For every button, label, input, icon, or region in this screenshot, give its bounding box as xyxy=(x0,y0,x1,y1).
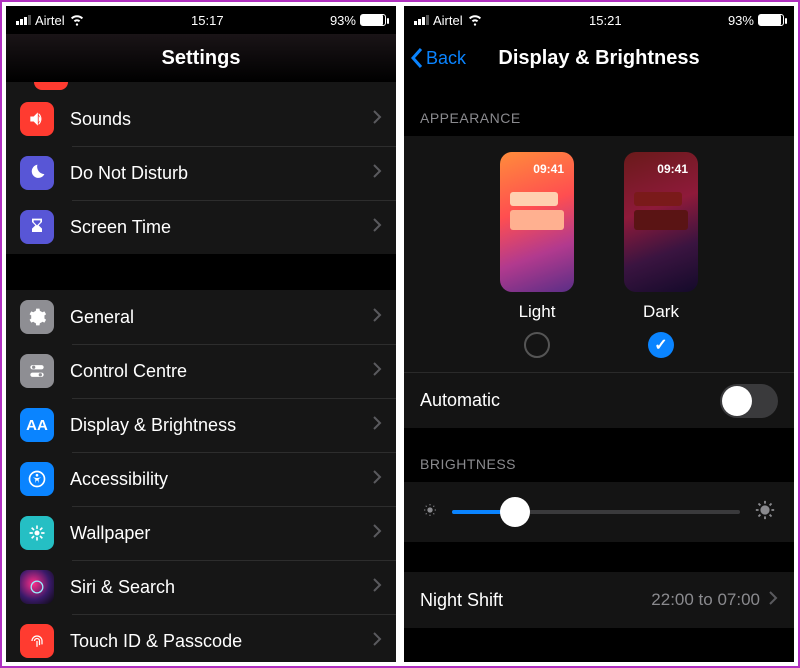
wifi-icon xyxy=(69,11,85,30)
hourglass-icon xyxy=(20,210,54,244)
row-general[interactable]: General xyxy=(6,290,396,344)
row-siri[interactable]: Siri & Search xyxy=(6,560,396,614)
clock: 15:17 xyxy=(191,13,224,28)
row-label: Control Centre xyxy=(70,361,372,382)
sun-large-icon xyxy=(754,499,776,526)
chevron-right-icon xyxy=(372,577,382,598)
moon-icon xyxy=(20,156,54,190)
chevron-right-icon xyxy=(372,109,382,130)
row-label: Siri & Search xyxy=(70,577,372,598)
row-touch-id[interactable]: Touch ID & Passcode xyxy=(6,614,396,662)
brightness-slider[interactable] xyxy=(452,510,740,514)
row-label: Do Not Disturb xyxy=(70,163,372,184)
chevron-right-icon xyxy=(372,163,382,184)
chevron-right-icon xyxy=(372,361,382,382)
light-thumbnail: 09:41 xyxy=(500,152,574,292)
back-label: Back xyxy=(426,48,466,69)
page-title: Settings xyxy=(162,47,241,70)
row-label: Display & Brightness xyxy=(70,415,372,436)
chevron-right-icon xyxy=(372,469,382,490)
clock: 15:21 xyxy=(589,13,622,28)
battery-pct: 93% xyxy=(728,13,754,28)
sun-small-icon xyxy=(422,502,438,523)
gear-icon xyxy=(20,300,54,334)
row-label: Screen Time xyxy=(70,217,372,238)
brightness-header: BRIGHTNESS xyxy=(404,428,794,482)
night-shift-detail: 22:00 to 07:00 xyxy=(651,590,760,610)
row-label: Wallpaper xyxy=(70,523,372,544)
wifi-icon xyxy=(467,11,483,30)
status-bar: Airtel 15:17 93% xyxy=(6,6,396,34)
signal-icon xyxy=(414,15,429,25)
page-title: Display & Brightness xyxy=(498,47,699,70)
back-button[interactable]: Back xyxy=(410,47,466,69)
row-night-shift[interactable]: Night Shift 22:00 to 07:00 xyxy=(404,572,794,628)
appearance-picker: 09:41 Light 09:41 Dark xyxy=(404,136,794,372)
fingerprint-icon xyxy=(20,624,54,658)
display-brightness-screen: Airtel 15:21 93% Back Display & Brightne… xyxy=(404,6,794,662)
prev-row-peek xyxy=(34,82,68,90)
slider-thumb[interactable] xyxy=(500,497,530,527)
chevron-right-icon xyxy=(372,307,382,328)
chevron-right-icon xyxy=(372,523,382,544)
row-accessibility[interactable]: Accessibility xyxy=(6,452,396,506)
nav-header: Back Display & Brightness xyxy=(404,34,794,82)
automatic-switch[interactable] xyxy=(720,384,778,418)
dark-thumbnail: 09:41 xyxy=(624,152,698,292)
battery-icon xyxy=(360,14,386,26)
row-label: Touch ID & Passcode xyxy=(70,631,372,652)
row-label: Sounds xyxy=(70,109,372,130)
chevron-right-icon xyxy=(768,590,778,611)
chevron-right-icon xyxy=(372,415,382,436)
automatic-label: Automatic xyxy=(420,390,720,411)
row-automatic: Automatic xyxy=(404,372,794,428)
carrier-label: Airtel xyxy=(433,13,463,28)
siri-icon xyxy=(20,570,54,604)
appearance-option-light[interactable]: 09:41 Light xyxy=(500,152,574,358)
dark-label: Dark xyxy=(643,302,679,322)
battery-pct: 93% xyxy=(330,13,356,28)
row-label: Accessibility xyxy=(70,469,372,490)
settings-screen: Airtel 15:17 93% Settings Sounds xyxy=(6,6,396,662)
speaker-icon xyxy=(20,102,54,136)
toggles-icon xyxy=(20,354,54,388)
flower-icon xyxy=(20,516,54,550)
nav-header: Settings xyxy=(6,34,396,82)
row-sounds[interactable]: Sounds xyxy=(6,92,396,146)
night-shift-label: Night Shift xyxy=(420,590,651,611)
signal-icon xyxy=(16,15,31,25)
appearance-option-dark[interactable]: 09:41 Dark xyxy=(624,152,698,358)
text-size-icon: AA xyxy=(20,408,54,442)
row-dnd[interactable]: Do Not Disturb xyxy=(6,146,396,200)
status-bar: Airtel 15:21 93% xyxy=(404,6,794,34)
row-label: General xyxy=(70,307,372,328)
battery-icon xyxy=(758,14,784,26)
row-wallpaper[interactable]: Wallpaper xyxy=(6,506,396,560)
row-display-brightness[interactable]: AA Display & Brightness xyxy=(6,398,396,452)
accessibility-icon xyxy=(20,462,54,496)
chevron-right-icon xyxy=(372,631,382,652)
radio-unchecked-icon xyxy=(524,332,550,358)
chevron-right-icon xyxy=(372,217,382,238)
light-label: Light xyxy=(519,302,556,322)
radio-checked-icon xyxy=(648,332,674,358)
carrier-label: Airtel xyxy=(35,13,65,28)
row-control-centre[interactable]: Control Centre xyxy=(6,344,396,398)
appearance-header: APPEARANCE xyxy=(404,82,794,136)
brightness-slider-row xyxy=(404,482,794,542)
row-screen-time[interactable]: Screen Time xyxy=(6,200,396,254)
